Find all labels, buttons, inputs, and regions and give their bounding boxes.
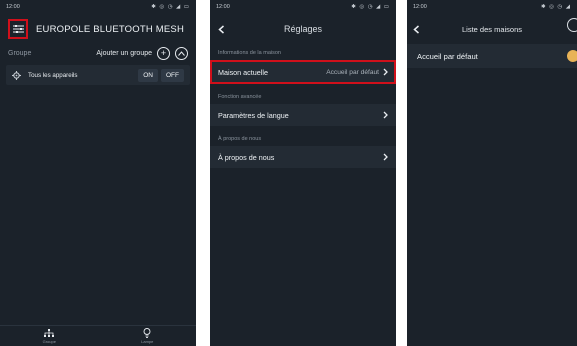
- status-time: 12:00: [6, 4, 20, 10]
- chevron-right-icon: [383, 111, 388, 119]
- tab-group-label: Groupe: [42, 338, 56, 344]
- language-settings-row[interactable]: Paramètres de langue: [210, 104, 396, 126]
- top-bar: Réglages: [210, 14, 396, 44]
- status-icons: ✱ ◎ ◷ ◢: [540, 4, 571, 10]
- tab-group[interactable]: Groupe: [42, 328, 56, 344]
- selected-indicator-icon[interactable]: [567, 50, 577, 62]
- off-button[interactable]: OFF: [161, 68, 184, 82]
- status-icons: ✱ ◎ ◷ ◢ ▭: [351, 4, 390, 10]
- sliders-icon: [12, 25, 24, 33]
- current-house-value: Accueil par défaut: [326, 68, 379, 76]
- tab-lamp[interactable]: Lampe: [141, 328, 153, 344]
- top-bar: Liste des maisons: [407, 14, 577, 44]
- on-button[interactable]: ON: [138, 68, 158, 82]
- chevron-right-icon: [383, 153, 388, 161]
- chevron-right-icon: [383, 68, 388, 76]
- group-icon: [44, 328, 55, 337]
- device-label: Tous les appareils: [28, 71, 78, 79]
- current-house-row[interactable]: Maison actuelle Accueil par défaut: [210, 60, 396, 84]
- settings-screen: 12:00 ✱ ◎ ◷ ◢ ▭ Réglages Informations de…: [210, 0, 396, 346]
- add-group-label[interactable]: Ajouter un groupe: [96, 50, 152, 57]
- group-header: Groupe Ajouter un groupe +: [0, 44, 196, 62]
- app-title: EUROPOLE BLUETOOTH MESH: [36, 23, 185, 35]
- group-actions: Ajouter un groupe +: [96, 46, 188, 60]
- status-bar: 12:00 ✱ ◎ ◷ ◢ ▭: [210, 0, 396, 14]
- house-label: Accueil par défaut: [417, 51, 478, 61]
- status-bar: 12:00 ✱ ◎ ◷ ◢: [407, 0, 577, 14]
- on-off-toggle: ON OFF: [138, 68, 184, 82]
- section-label-advanced: Fonction avancée: [218, 94, 262, 100]
- about-us-label: À propos de nous: [218, 152, 275, 162]
- back-icon[interactable]: [413, 24, 420, 34]
- all-devices-row[interactable]: Tous les appareils ON OFF: [6, 65, 190, 85]
- add-group-icon[interactable]: +: [157, 46, 170, 60]
- tab-lamp-label: Lampe: [141, 339, 154, 344]
- about-us-row[interactable]: À propos de nous: [210, 146, 396, 168]
- section-label-house-info: Informations de la maison: [218, 50, 281, 56]
- status-icons: ✱ ◎ ◷ ◢ ▭: [151, 4, 190, 10]
- group-label: Groupe: [8, 49, 32, 57]
- device-info: Tous les appareils: [12, 70, 78, 80]
- house-item[interactable]: Accueil par défaut: [407, 44, 577, 68]
- current-house-value-wrap: Accueil par défaut: [326, 68, 388, 76]
- language-settings-label: Paramètres de langue: [218, 110, 289, 120]
- tab-bar: Groupe Lampe: [0, 325, 196, 346]
- back-icon[interactable]: [218, 24, 225, 34]
- settings-menu-button[interactable]: [8, 19, 28, 39]
- section-label-about: À propos de nous: [218, 136, 262, 142]
- chevron-up-icon[interactable]: [175, 46, 188, 60]
- page-title: Réglages: [283, 24, 323, 34]
- bulb-icon: [143, 328, 151, 338]
- status-time: 12:00: [413, 4, 427, 10]
- main-screen: 12:00 ✱ ◎ ◷ ◢ ▭ EUROPOLE BLUETOOTH MESH …: [0, 0, 196, 346]
- gear-icon: [12, 70, 21, 80]
- status-bar: 12:00 ✱ ◎ ◷ ◢ ▭: [0, 0, 196, 14]
- status-time: 12:00: [216, 4, 230, 10]
- current-house-label: Maison actuelle: [218, 67, 268, 77]
- house-list-screen: 12:00 ✱ ◎ ◷ ◢ Liste des maisons Accueil …: [407, 0, 577, 346]
- add-house-icon[interactable]: [567, 18, 577, 32]
- page-title: Liste des maisons: [461, 24, 523, 34]
- top-bar: EUROPOLE BLUETOOTH MESH: [0, 14, 196, 44]
